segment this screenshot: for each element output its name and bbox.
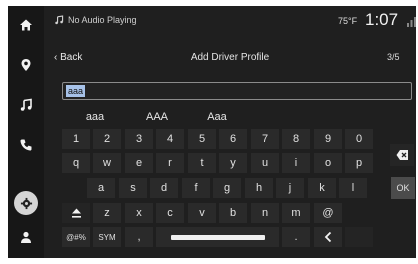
key-7[interactable]: 7 [251, 129, 279, 149]
key-9[interactable]: 9 [314, 129, 342, 149]
symbols-key[interactable]: @#% [62, 227, 90, 247]
key-n[interactable]: n [251, 203, 279, 223]
key-l[interactable]: l [339, 178, 367, 198]
key-u[interactable]: u [251, 153, 279, 173]
screen: No Audio Playing 75°F 1:07 ‹ Back Add Dr… [0, 0, 418, 264]
key-s[interactable]: s [119, 178, 147, 198]
outside-temperature: 75°F [338, 16, 358, 26]
space-key[interactable] [156, 227, 279, 247]
signal-icon [407, 17, 416, 27]
key-f[interactable]: f [182, 178, 210, 198]
key-at[interactable]: @ [314, 203, 342, 223]
media-status[interactable]: No Audio Playing [54, 15, 137, 25]
phone-icon [20, 139, 32, 151]
key-p[interactable]: p [345, 153, 373, 173]
music-note-icon [20, 98, 32, 111]
sidebar-item-music[interactable] [10, 90, 42, 120]
space-bar-indicator [170, 234, 265, 240]
key-x[interactable]: x [125, 203, 153, 223]
key-1[interactable]: 1 [62, 129, 90, 149]
sym-key[interactable]: SYM [93, 227, 121, 247]
location-pin-icon [21, 59, 31, 71]
key-8[interactable]: 8 [282, 129, 310, 149]
sidebar-item-phone[interactable] [10, 130, 42, 160]
sidebar-item-navigation[interactable] [10, 50, 42, 80]
music-note-icon [55, 15, 64, 25]
home-icon [20, 19, 32, 31]
key-y[interactable]: y [219, 153, 247, 173]
page-title: Add Driver Profile [190, 52, 270, 63]
clock: 1:07 [365, 10, 399, 29]
key-3[interactable]: 3 [125, 129, 153, 149]
sidebar-item-profile[interactable] [10, 222, 42, 252]
key-t[interactable]: t [188, 153, 216, 173]
key-0[interactable]: 0 [345, 129, 373, 149]
key-i[interactable]: i [282, 153, 310, 173]
key-h[interactable]: h [245, 178, 273, 198]
key-b[interactable]: b [219, 203, 247, 223]
key-o[interactable]: o [314, 153, 342, 173]
key-z[interactable]: z [93, 203, 121, 223]
key-d[interactable]: d [150, 178, 178, 198]
key-5[interactable]: 5 [188, 129, 216, 149]
chevron-left-icon [324, 231, 331, 243]
input-value: aaa [66, 85, 86, 97]
sidebar-item-home[interactable] [10, 10, 42, 40]
status-bar: No Audio Playing 75°F 1:07 [44, 6, 416, 36]
backspace-key[interactable] [390, 144, 414, 166]
shift-key[interactable] [62, 203, 90, 223]
sidebar [8, 6, 44, 258]
key-j[interactable]: j [276, 178, 304, 198]
ok-key[interactable]: OK [391, 177, 415, 199]
blank-key [345, 227, 373, 247]
key-4[interactable]: 4 [156, 129, 184, 149]
main-content: No Audio Playing 75°F 1:07 ‹ Back Add Dr… [44, 6, 416, 258]
suggestion-3[interactable]: Aaa [200, 107, 234, 127]
media-status-text: No Audio Playing [68, 15, 137, 25]
gear-icon [20, 197, 32, 209]
key-g[interactable]: g [213, 178, 241, 198]
comma-key[interactable]: , [125, 227, 153, 247]
cursor-left-key[interactable] [314, 227, 342, 247]
key-m[interactable]: m [282, 203, 310, 223]
key-r[interactable]: r [156, 153, 184, 173]
key-2[interactable]: 2 [93, 129, 121, 149]
key-w[interactable]: w [93, 153, 121, 173]
suggestion-1[interactable]: aaa [80, 107, 110, 127]
sidebar-item-settings[interactable] [14, 191, 38, 215]
key-v[interactable]: v [188, 203, 216, 223]
infotainment-display: No Audio Playing 75°F 1:07 ‹ Back Add Dr… [8, 6, 416, 258]
key-a[interactable]: a [87, 178, 115, 198]
profile-name-input[interactable]: aaa [62, 82, 412, 100]
period-key[interactable]: . [282, 227, 310, 247]
backspace-icon [396, 150, 408, 160]
person-icon [21, 231, 31, 243]
key-c[interactable]: c [156, 203, 184, 223]
key-e[interactable]: e [125, 153, 153, 173]
page-counter: 3/5 [387, 52, 400, 62]
page-header: ‹ Back Add Driver Profile 3/5 [44, 48, 416, 70]
key-q[interactable]: q [62, 153, 90, 173]
suggestion-2[interactable]: AAA [140, 107, 174, 127]
key-k[interactable]: k [308, 178, 336, 198]
shift-icon [71, 208, 81, 218]
key-6[interactable]: 6 [219, 129, 247, 149]
